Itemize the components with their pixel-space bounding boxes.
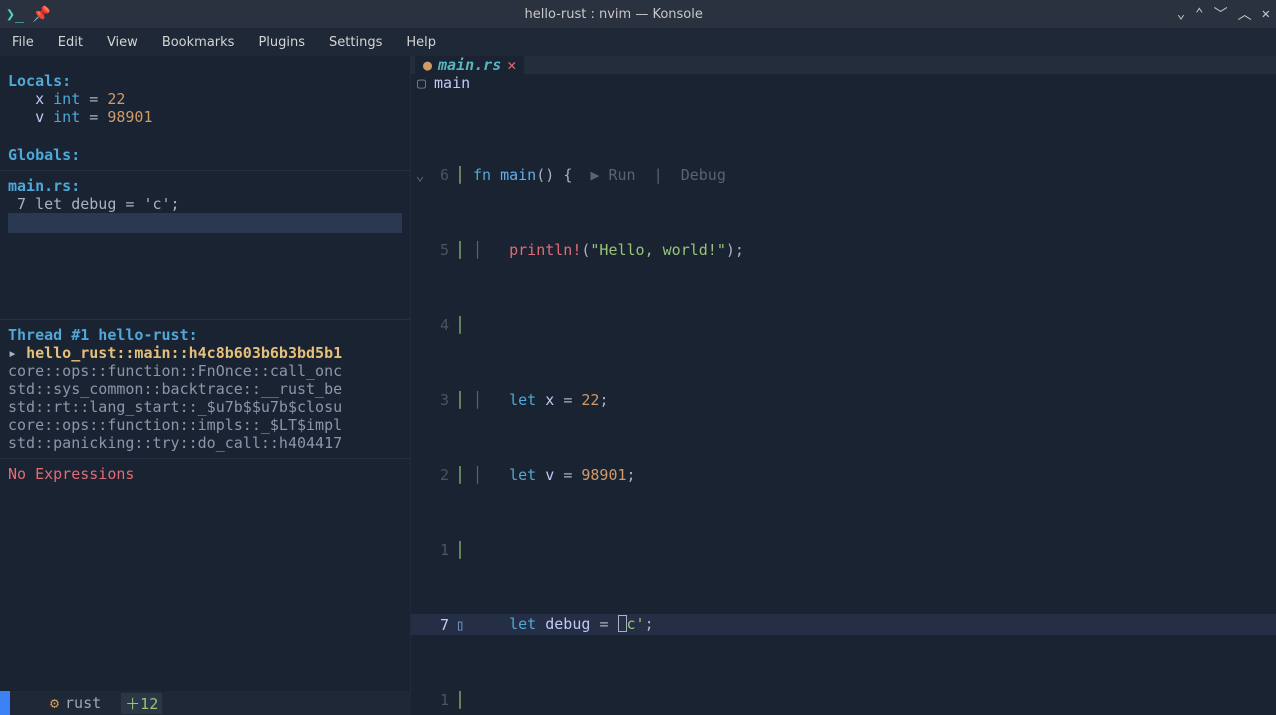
window-titlebar: ❯_ 📌 hello-rust : nvim — Konsole ⌄ ⌃ ﹀ ︿… xyxy=(0,0,1276,28)
fold-icon[interactable]: ⌄ xyxy=(411,166,429,184)
menu-bar: File Edit View Bookmarks Plugins Setting… xyxy=(0,28,1276,56)
current-line[interactable]: 7 ▯ let debug = c'; xyxy=(411,614,1276,635)
locals-title: Locals: xyxy=(8,72,402,90)
close-window-icon[interactable]: ✕ xyxy=(1262,6,1270,22)
stack-frame[interactable]: core::ops::function::impls::_$LT$impl xyxy=(8,416,402,434)
breadcrumb-symbol[interactable]: main xyxy=(434,74,470,92)
shade-up-icon[interactable]: ⌃ xyxy=(1195,6,1203,22)
konsole-app-icon: ❯_ xyxy=(6,5,24,23)
window-title: hello-rust : nvim — Konsole xyxy=(51,7,1177,22)
breadcrumb: ▢ main xyxy=(411,74,1276,92)
breakpoint-icon[interactable]: ▯ xyxy=(455,616,464,634)
codelens-run[interactable]: ▶ Run xyxy=(590,166,635,184)
menu-settings[interactable]: Settings xyxy=(329,35,382,50)
breadcrumb-icon: ▢ xyxy=(417,74,426,92)
stack-frame[interactable]: std::panicking::try::do_call::h404417 xyxy=(8,434,402,452)
codelens-debug[interactable]: Debug xyxy=(681,166,726,184)
stack-frame-current[interactable]: ▸ hello_rust::main::h4c8b603b6b3bd5b1 xyxy=(8,344,402,362)
local-var-row: x int = 22 xyxy=(8,90,402,108)
buffer-tabline: ● main.rs ✕ xyxy=(411,56,1276,74)
stack-frame[interactable]: std::sys_common::backtrace::__rust_be xyxy=(8,380,402,398)
filetype-label: rust xyxy=(65,694,101,712)
close-icon[interactable]: ✕ xyxy=(507,56,516,74)
menu-view[interactable]: View xyxy=(107,35,138,50)
menu-plugins[interactable]: Plugins xyxy=(258,35,305,50)
plus-icon: ＋ xyxy=(125,695,140,713)
menu-file[interactable]: File xyxy=(12,35,34,50)
stack-frame[interactable]: std::rt::lang_start::_$u7b$$u7b$closu xyxy=(8,398,402,416)
stack-frame[interactable]: core::ops::function::FnOnce::call_onc xyxy=(8,362,402,380)
menu-edit[interactable]: Edit xyxy=(58,35,83,50)
tab-filename: main.rs xyxy=(438,56,501,74)
git-additions: ＋12 xyxy=(121,693,162,714)
selection-highlight xyxy=(8,213,402,233)
shade-down-icon[interactable]: ⌄ xyxy=(1177,6,1185,22)
pin-icon[interactable]: 📌 xyxy=(32,5,51,23)
debug-sidebar: Locals: x int = 22 v int = 98901 Globals… xyxy=(0,56,410,691)
filetype-segment: ⚙ rust xyxy=(50,694,101,712)
thread-title: Thread #1 hello-rust: xyxy=(8,326,402,344)
minimize-icon[interactable]: ﹀ xyxy=(1214,4,1228,24)
no-expressions-label: No Expressions xyxy=(8,465,402,483)
current-line-preview: 7 let debug = 'c'; xyxy=(8,195,402,213)
menu-bookmarks[interactable]: Bookmarks xyxy=(162,35,235,50)
menu-help[interactable]: Help xyxy=(406,35,436,50)
modified-dot-icon: ● xyxy=(423,56,432,74)
maximize-icon[interactable]: ︿ xyxy=(1238,4,1252,24)
local-var-row: v int = 98901 xyxy=(8,108,402,126)
mode-indicator-left xyxy=(0,691,10,715)
globals-title: Globals: xyxy=(8,146,402,164)
editor-code-area[interactable]: ⌄ 6 │ fn main() { ▶ Run | Debug 5 │ │ pr… xyxy=(411,92,1276,715)
buffer-tab-main[interactable]: ● main.rs ✕ xyxy=(415,56,524,74)
rust-icon: ⚙ xyxy=(50,694,59,712)
file-title: main.rs: xyxy=(8,177,402,195)
cursor xyxy=(618,615,627,632)
